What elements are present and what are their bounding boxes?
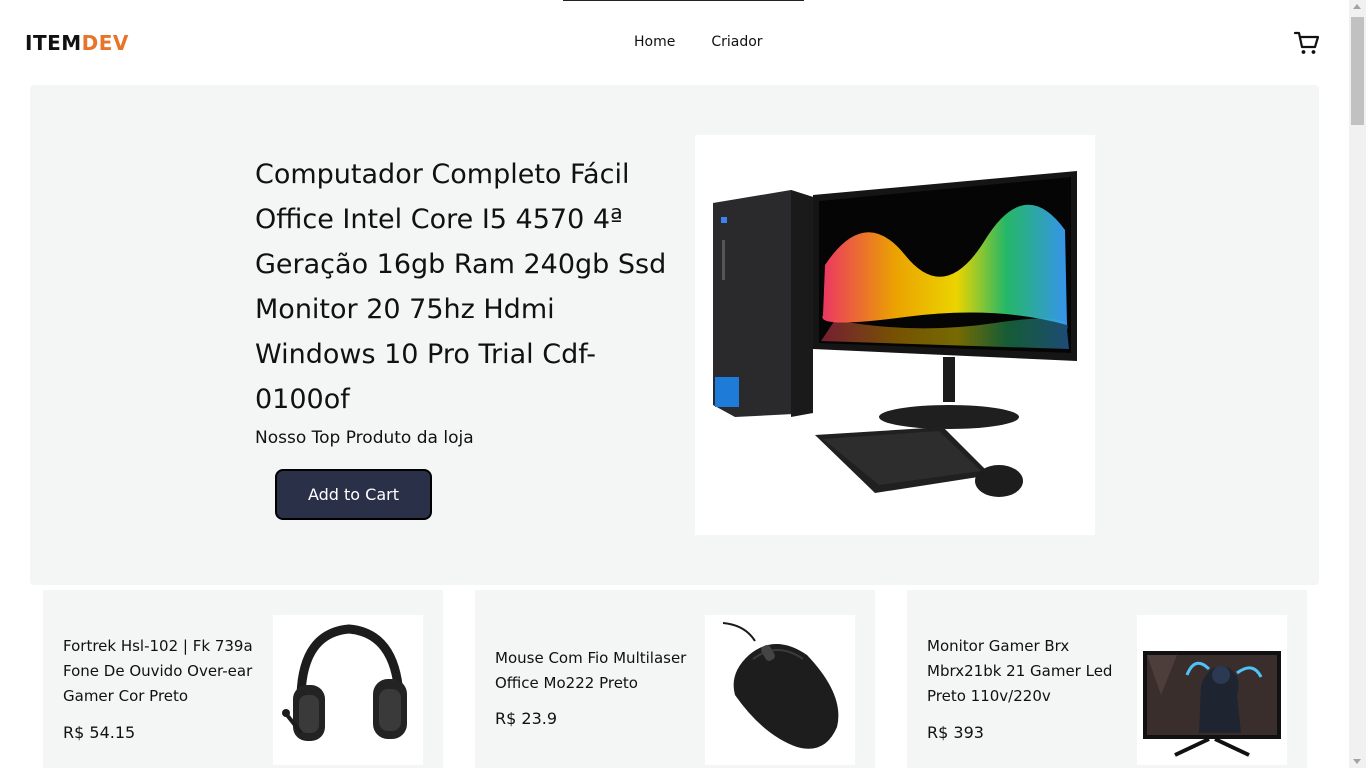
scrollbar-thumb[interactable] xyxy=(1351,17,1364,125)
desktop-computer-icon xyxy=(713,171,1077,497)
hero-product-title: Computador Completo Fácil Office Intel C… xyxy=(255,159,667,415)
add-to-cart-button[interactable]: Add to Cart xyxy=(275,469,432,520)
nav-creator-link[interactable]: Criador xyxy=(711,34,762,50)
vertical-scrollbar[interactable] xyxy=(1349,0,1366,768)
product-card-title: Fortrek Hsl-102 | Fk 739a Fone De Ouvido… xyxy=(63,637,253,705)
monitor-icon xyxy=(1143,651,1281,757)
product-card-image[interactable] xyxy=(705,615,855,765)
product-card-image[interactable] xyxy=(273,615,423,765)
product-card-title: Mouse Com Fio Multilaser Office Mo222 Pr… xyxy=(495,649,687,692)
hero-subtitle: Nosso Top Produto da loja xyxy=(255,428,474,448)
product-card-price: R$ 54.15 xyxy=(63,723,136,742)
scroll-down-arrow-icon[interactable] xyxy=(1353,759,1361,764)
mouse-icon xyxy=(722,622,839,749)
brand-logo-part1: ITEM xyxy=(25,31,82,55)
product-card-title: Monitor Gamer Brx Mbrx21bk 21 Gamer Led … xyxy=(927,637,1113,705)
nav-home-link[interactable]: Home xyxy=(634,34,675,50)
brand-logo[interactable]: ITEMDEV xyxy=(25,31,129,55)
product-card[interactable]: Monitor Gamer Brx Mbrx21bk 21 Gamer Led … xyxy=(907,590,1307,768)
cart-icon[interactable] xyxy=(1293,29,1321,57)
product-card[interactable]: Mouse Com Fio Multilaser Office Mo222 Pr… xyxy=(475,590,875,768)
main-nav: Home Criador xyxy=(634,34,763,50)
site-header: ITEMDEV Home Criador xyxy=(0,0,1349,85)
scroll-up-arrow-icon[interactable] xyxy=(1353,4,1361,9)
hero-banner: Computador Completo Fácil Office Intel C… xyxy=(30,85,1319,585)
product-card[interactable]: Fortrek Hsl-102 | Fk 739a Fone De Ouvido… xyxy=(43,590,443,768)
brand-logo-part2: DEV xyxy=(81,31,129,55)
hero-product-image[interactable] xyxy=(695,135,1095,535)
product-card-price: R$ 23.9 xyxy=(495,709,558,728)
product-card-image[interactable] xyxy=(1137,615,1287,765)
product-card-price: R$ 393 xyxy=(927,723,984,742)
headset-icon xyxy=(282,624,407,741)
